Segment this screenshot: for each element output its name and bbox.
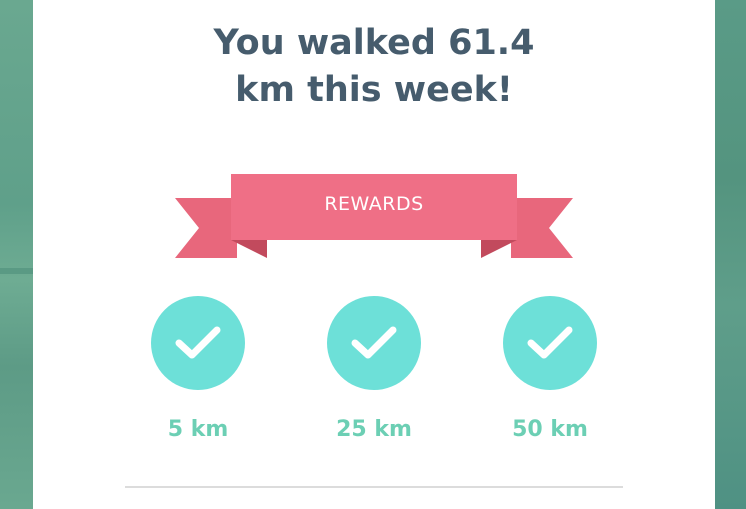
reward-50km: 50 km — [490, 296, 610, 442]
reward-distance-label: 5 km — [167, 417, 229, 442]
title-line-2: km this week! — [235, 70, 513, 110]
map-background-left — [0, 0, 33, 509]
rewards-banner: REWARDS — [175, 174, 573, 258]
check-icon — [175, 326, 221, 359]
reward-badge — [503, 296, 597, 390]
check-icon — [351, 326, 397, 359]
reward-distance-label: 50 km — [512, 417, 588, 442]
weekly-summary-card: You walked 61.4 km this week! REWARDS 5 … — [33, 0, 715, 509]
weekly-distance-title: You walked 61.4 km this week! — [33, 20, 715, 114]
reward-25km: 25 km — [314, 296, 434, 442]
map-background-right — [715, 0, 746, 509]
check-icon — [527, 326, 573, 359]
reward-distance-label: 25 km — [336, 417, 412, 442]
divider — [125, 486, 623, 488]
reward-badge — [151, 296, 245, 390]
rewards-list: 5 km 25 km 50 km — [33, 296, 715, 456]
reward-badge — [327, 296, 421, 390]
title-line-1: You walked 61.4 — [213, 23, 535, 63]
ribbon-icon — [175, 174, 573, 258]
reward-5km: 5 km — [138, 296, 258, 442]
rewards-label: REWARDS — [324, 193, 424, 215]
